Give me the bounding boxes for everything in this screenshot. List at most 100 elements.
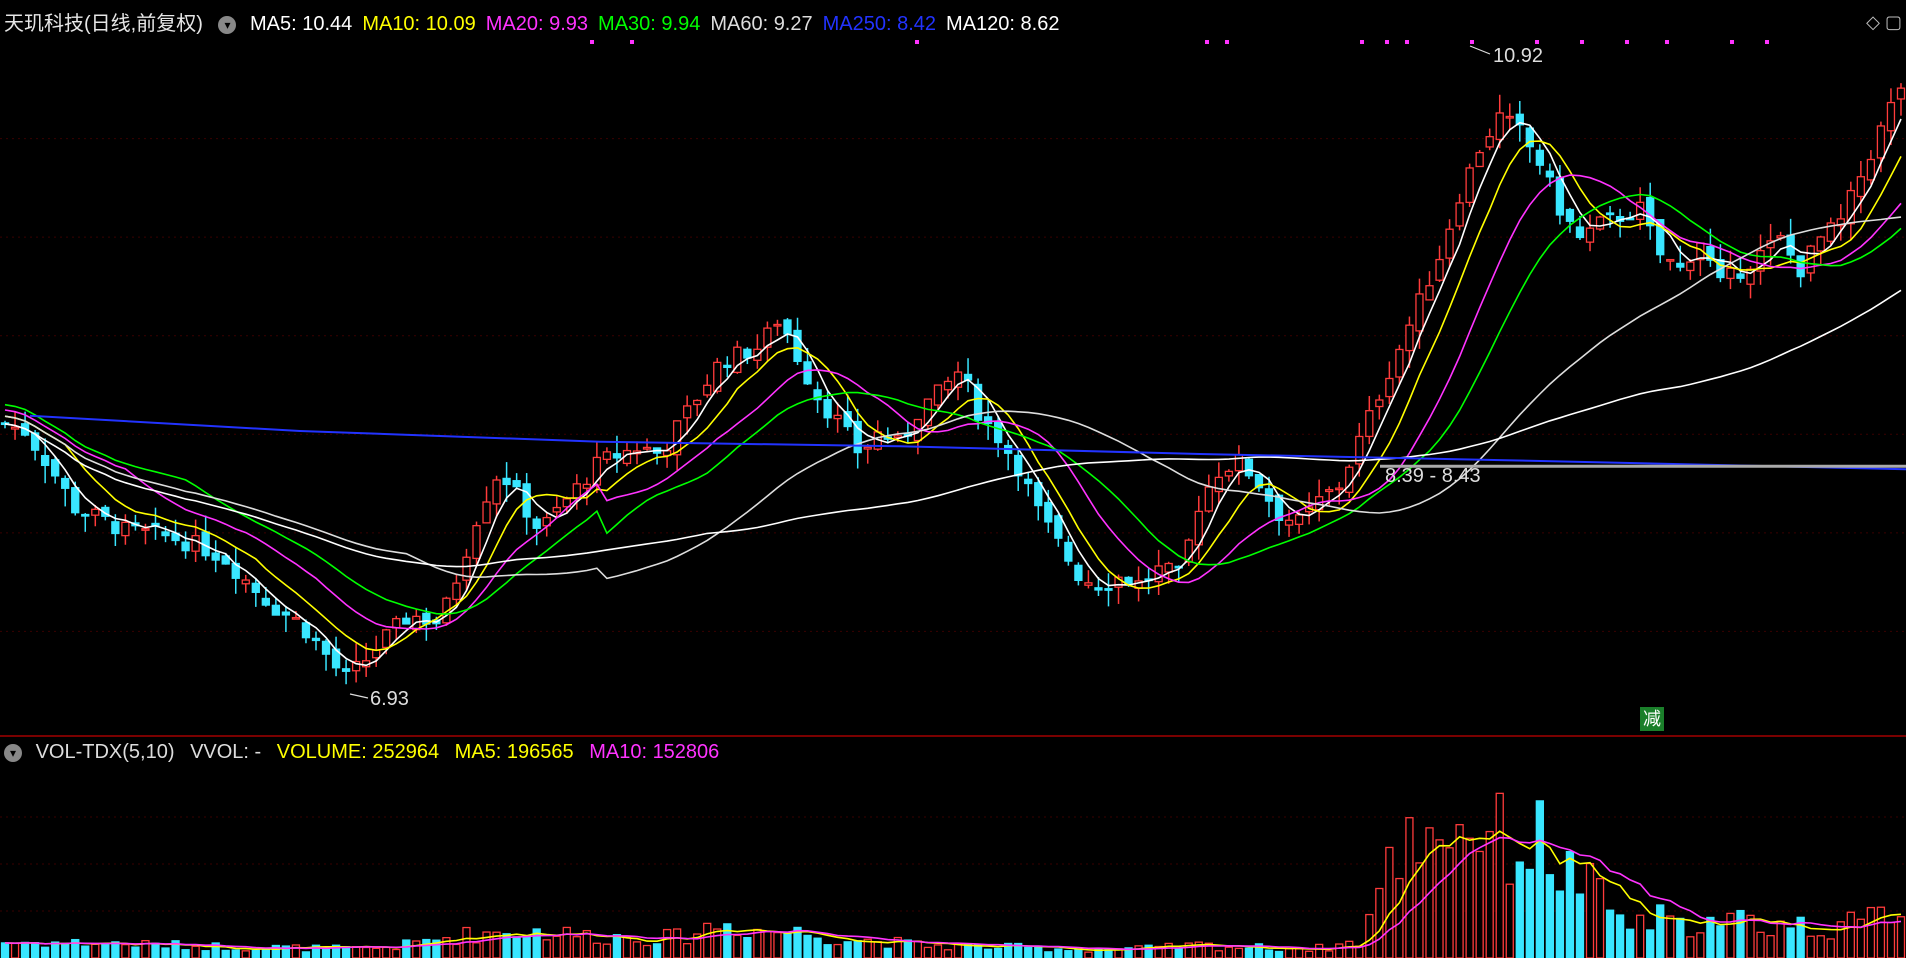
volume-bar xyxy=(953,943,963,958)
volume-bar xyxy=(903,939,913,958)
candle-body xyxy=(392,617,401,629)
volume-bar xyxy=(1054,948,1063,958)
volume-bar xyxy=(652,943,662,958)
volume-bar xyxy=(843,941,852,958)
volume-bar xyxy=(121,943,130,958)
window-icon[interactable]: ▢ xyxy=(1885,12,1902,32)
volume-bar xyxy=(592,942,602,958)
volume-bar xyxy=(522,935,531,958)
candle-body xyxy=(372,649,381,659)
volume-bar xyxy=(773,931,782,958)
volume-bar xyxy=(1365,913,1374,958)
volume-bar xyxy=(813,937,822,958)
volume-bar xyxy=(1064,950,1073,958)
volume-bar xyxy=(1485,830,1494,958)
candle-body xyxy=(1094,587,1103,591)
volume-bar xyxy=(733,934,742,958)
candle-body xyxy=(1535,149,1545,166)
volume-bar xyxy=(1806,935,1815,958)
volume-bar xyxy=(1244,947,1254,958)
volume-bar xyxy=(1074,948,1083,958)
candle-body xyxy=(1325,489,1334,493)
candle-body xyxy=(1856,176,1866,198)
candle-body xyxy=(261,597,270,606)
volume-bar xyxy=(1525,868,1534,958)
ma-legend: MA5: 10.44 MA10: 10.09 MA20: 9.93 MA30: 9.9… xyxy=(250,13,1069,35)
volume-bar xyxy=(933,944,943,958)
ma-legend-item: MA5: 10.44 xyxy=(250,13,353,35)
candle-body xyxy=(1676,262,1685,268)
volume-bar xyxy=(412,940,421,958)
dropdown-icon[interactable]: ▾ xyxy=(4,743,22,762)
volume-bar xyxy=(1335,943,1344,958)
volume-bar xyxy=(482,931,491,958)
volume-bar xyxy=(1706,916,1715,958)
volume-bar xyxy=(1896,916,1906,958)
volume-bar xyxy=(241,950,250,958)
volume-header: ▾ VOL-TDX(5,10) VVOL: - VOLUME: 252964 M… xyxy=(4,740,729,764)
candle-body xyxy=(382,629,391,649)
candle-body xyxy=(743,348,752,359)
volume-bar xyxy=(161,947,170,958)
volume-bar xyxy=(1686,936,1695,958)
candle-body xyxy=(211,552,220,561)
signal-dot xyxy=(915,40,919,44)
signal-dot xyxy=(1360,40,1364,44)
candle-body xyxy=(512,480,521,488)
signal-dot xyxy=(1225,40,1229,44)
volume-bar xyxy=(963,943,973,958)
candle-body xyxy=(241,579,250,585)
candle-body xyxy=(1585,227,1595,243)
signal-dot xyxy=(1205,40,1209,44)
candle-body xyxy=(1284,519,1294,526)
candle-body xyxy=(853,420,862,454)
candle-body xyxy=(1796,255,1805,278)
volume-bar xyxy=(1345,940,1354,958)
vvol-label: VVOL: - xyxy=(190,741,262,763)
volume-bar xyxy=(763,930,772,958)
signal-dot xyxy=(1665,40,1669,44)
volume-bar xyxy=(1886,921,1896,958)
candle-body xyxy=(1405,324,1414,352)
volume-bar xyxy=(943,949,953,958)
volume-bar xyxy=(783,932,792,958)
volume-bar xyxy=(1415,862,1424,958)
volume-bar xyxy=(1625,928,1635,958)
volume-bar xyxy=(30,942,40,958)
vol-indicator-name: VOL-TDX(5,10) xyxy=(35,741,175,763)
volume-bar xyxy=(993,947,1003,958)
volume-bar xyxy=(632,941,642,958)
volume-bar xyxy=(743,936,752,958)
candle-body xyxy=(1244,458,1254,477)
candle-body xyxy=(402,617,411,625)
diamond-icon[interactable]: ◇ xyxy=(1866,12,1880,32)
candle-body xyxy=(1104,588,1113,591)
volume-bar xyxy=(231,949,240,958)
volume-bar xyxy=(392,948,401,958)
candle-body xyxy=(291,616,301,620)
candle-body xyxy=(181,541,190,552)
candle-body xyxy=(1465,167,1474,204)
candle-body xyxy=(803,361,812,385)
volume-bar xyxy=(1565,850,1575,958)
volume-bar xyxy=(1495,792,1504,958)
volume-bar xyxy=(1024,946,1033,958)
volume-bar xyxy=(221,949,230,958)
candle-body xyxy=(71,487,80,514)
candle-body xyxy=(1375,399,1384,408)
candle-body xyxy=(1385,377,1394,398)
signal-dot xyxy=(1470,40,1474,44)
candle-body xyxy=(1595,216,1605,230)
volume-bar xyxy=(642,944,652,958)
volume-bar xyxy=(1696,932,1705,958)
candle-body xyxy=(1024,478,1033,485)
candle-body xyxy=(833,414,842,420)
candle-body xyxy=(1204,486,1213,512)
volume-bar xyxy=(662,928,672,958)
stock-title: 天玑科技(日线,前复权) xyxy=(4,13,203,35)
candle-body xyxy=(773,323,782,327)
dropdown-icon[interactable]: ▾ xyxy=(218,15,237,34)
volume-bar xyxy=(402,939,411,958)
volume-bar xyxy=(1756,931,1765,958)
candle-body xyxy=(693,399,702,406)
